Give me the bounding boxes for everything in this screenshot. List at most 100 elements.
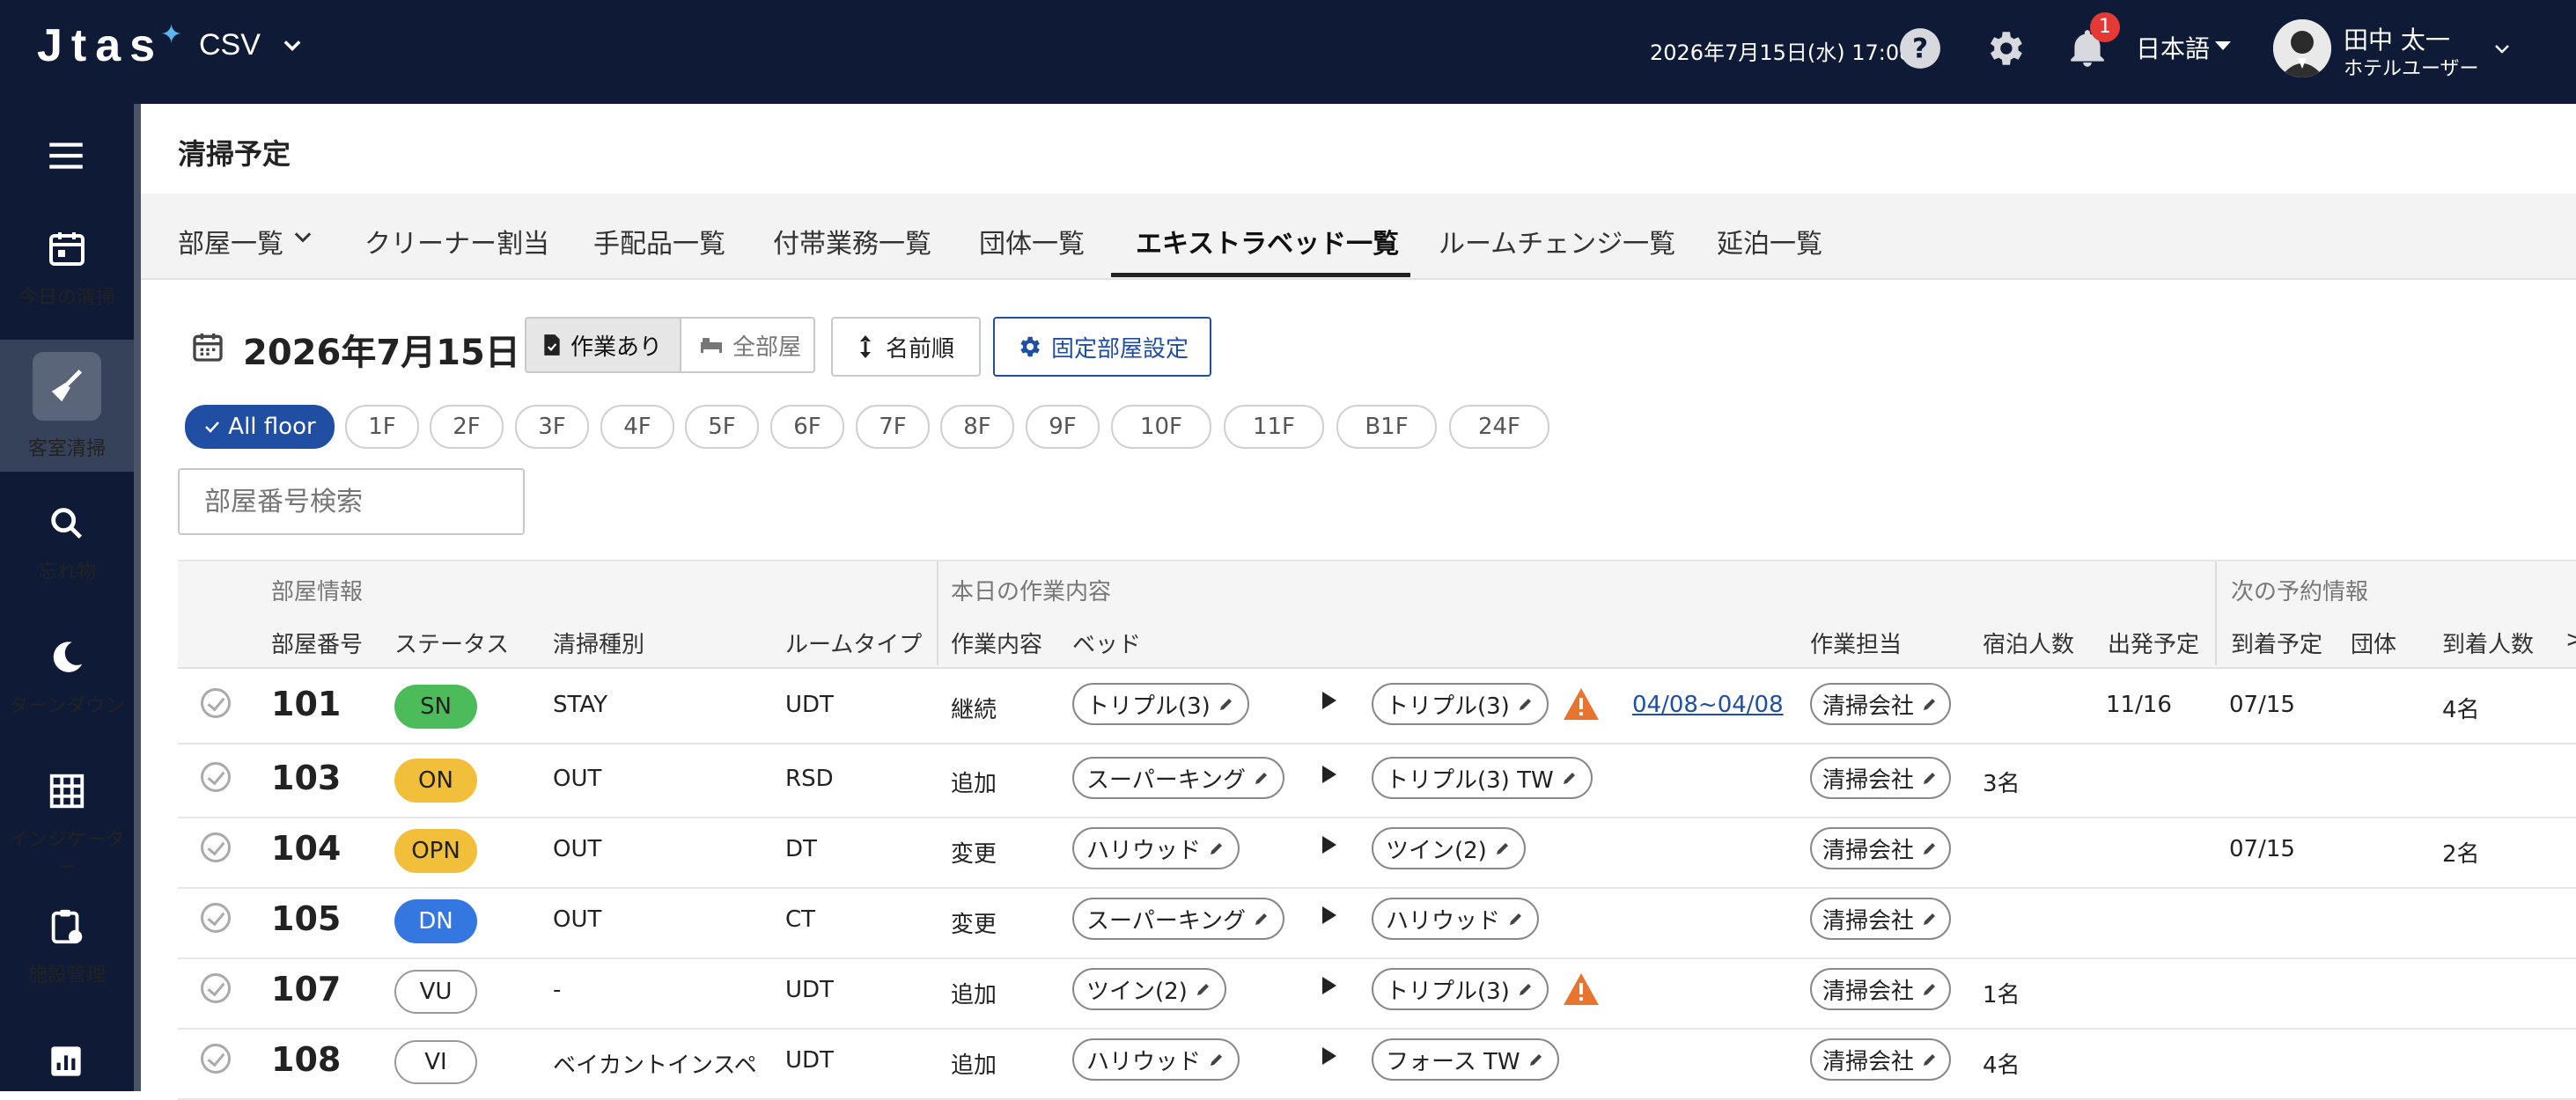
floor-chip[interactable]: 6F	[770, 405, 844, 449]
floor-chip[interactable]: 11F	[1224, 405, 1324, 449]
calendar-icon[interactable]	[190, 327, 225, 366]
bed-from-chip[interactable]: トリプル(3)	[1072, 683, 1249, 725]
user-avatar[interactable]	[2273, 19, 2331, 77]
tab-ancillary-tasks[interactable]: 付帯業務一覧	[773, 222, 931, 260]
filter-with-work-button[interactable]: 作業あり	[525, 317, 681, 373]
floor-chip[interactable]: 9F	[1026, 405, 1100, 449]
row-check-button[interactable]	[201, 762, 231, 792]
assignee-chip[interactable]: 清掃会社	[1810, 827, 1952, 869]
column-header-group[interactable]: 団体	[2351, 627, 2396, 659]
app-mode-label[interactable]: CSV	[199, 28, 261, 62]
assignee-chip[interactable]: 清掃会社	[1810, 757, 1952, 799]
bed-to-chip[interactable]: フォース TW	[1372, 1038, 1559, 1081]
warning-indicator[interactable]	[1562, 972, 1601, 1010]
hamburger-menu-icon[interactable]	[44, 134, 88, 178]
table-row[interactable]: 105 DN OUT CT 変更 スーパーキング ハリウッド 清掃会社	[178, 885, 2576, 956]
floor-chip-all[interactable]: All floor	[185, 405, 335, 449]
warning-indicator[interactable]	[1562, 686, 1601, 725]
floor-chip[interactable]: 4F	[600, 405, 674, 449]
sidebar-item-indicator[interactable]: インジケーター	[0, 771, 134, 879]
selected-date[interactable]: 2026年7月15日	[243, 324, 520, 375]
room-number[interactable]: 104	[271, 829, 341, 868]
floor-chip[interactable]: 10F	[1111, 405, 1211, 449]
row-check-button[interactable]	[201, 973, 231, 1003]
tab-arrangements[interactable]: 手配品一覧	[593, 222, 725, 260]
table-row[interactable]: 104 OPN OUT DT 変更 ハリウッド ツイン(2) 清掃会社 07/15 2名	[178, 815, 2576, 885]
table-row[interactable]: 108 VI ベイカントインスペ UDT 追加 ハリウッド フォース TW 清掃会社 4名	[178, 1026, 2576, 1096]
sidebar-item-today-cleaning[interactable]: 今日の清掃	[0, 225, 134, 336]
chevron-down-icon[interactable]	[291, 225, 315, 250]
bed-to-chip[interactable]: トリプル(3) TW	[1372, 757, 1593, 799]
bed-to-chip[interactable]: ツイン(2)	[1372, 827, 1526, 869]
row-check-button[interactable]	[201, 688, 231, 718]
sidebar-item-room-cleaning[interactable]: 客室清掃	[0, 340, 134, 472]
column-header-arrival[interactable]: 到着予定	[2231, 627, 2322, 659]
help-icon[interactable]: ?	[1898, 26, 1942, 70]
column-header-more[interactable]: >	[2565, 627, 2576, 653]
column-header-assignee[interactable]: 作業担当	[1810, 627, 1902, 659]
room-number-search-input[interactable]	[178, 468, 525, 535]
sidebar-item-facility[interactable]: 施設管理	[0, 905, 134, 1001]
bed-from-chip[interactable]: ツイン(2)	[1072, 968, 1226, 1010]
row-check-button[interactable]	[201, 832, 231, 862]
floor-chip[interactable]: 2F	[430, 405, 504, 449]
column-header-arrival-guests[interactable]: 到着人数	[2442, 627, 2534, 659]
floor-chip[interactable]: 7F	[856, 405, 930, 449]
tab-cleaner-assign[interactable]: クリーナー割当	[364, 222, 549, 260]
column-header-bed[interactable]: ベッド	[1072, 627, 1141, 659]
tab-room-list[interactable]: 部屋一覧	[178, 222, 283, 260]
room-number[interactable]: 107	[271, 970, 341, 1008]
floor-chip[interactable]: 24F	[1449, 405, 1549, 449]
floor-chip[interactable]: 8F	[940, 405, 1014, 449]
bed-from-chip[interactable]: ハリウッド	[1072, 827, 1240, 869]
settings-gear-icon[interactable]	[1983, 26, 2027, 70]
assignee-chip[interactable]: 清掃会社	[1810, 683, 1952, 725]
column-header-work[interactable]: 作業内容	[951, 627, 1042, 659]
assignee-chip[interactable]: 清掃会社	[1810, 898, 1952, 940]
row-check-button[interactable]	[201, 903, 231, 933]
tab-extra-beds[interactable]: エキストラベッド一覧	[1136, 222, 1399, 260]
chevron-down-icon[interactable]	[2491, 39, 2513, 60]
room-number[interactable]: 101	[271, 685, 341, 723]
sidebar-item-turndown[interactable]: ターンダウン	[0, 635, 134, 732]
room-number[interactable]: 103	[271, 759, 341, 797]
room-number[interactable]: 105	[271, 899, 341, 938]
column-header-status[interactable]: ステータス	[394, 627, 509, 659]
table-row[interactable]: 103 ON OUT RSD 追加 スーパーキング トリプル(3) TW 清掃会社 3名	[178, 744, 2576, 815]
tab-extended-stay[interactable]: 延泊一覧	[1717, 222, 1822, 260]
bed-to-chip[interactable]: ハリウッド	[1372, 898, 1540, 940]
bed-to-chip[interactable]: トリプル(3)	[1372, 683, 1549, 725]
assignee-chip[interactable]: 清掃会社	[1810, 968, 1952, 1010]
chevron-down-icon[interactable]	[280, 33, 305, 58]
table-row[interactable]: 101 SN STAY UDT 継続 トリプル(3) トリプル(3) 04/08~04/08 清…	[178, 671, 2576, 741]
floor-chip[interactable]: 1F	[345, 405, 419, 449]
bed-from-chip[interactable]: スーパーキング	[1072, 757, 1284, 799]
language-selector[interactable]: 日本語	[2136, 30, 2210, 65]
column-header-clean-type[interactable]: 清掃種別	[553, 627, 644, 659]
analytics-icon[interactable]	[48, 1044, 85, 1079]
tab-room-change[interactable]: ルームチェンジ一覧	[1439, 222, 1675, 260]
bed-from-chip[interactable]: スーパーキング	[1072, 898, 1284, 940]
column-header-departure[interactable]: 出発予定	[2108, 627, 2199, 659]
sidebar-item-lost-found[interactable]: 忘れ物	[0, 503, 134, 600]
floor-chip[interactable]: 5F	[685, 405, 759, 449]
bed-from-chip[interactable]: ハリウッド	[1072, 1038, 1240, 1081]
filter-all-rooms-button[interactable]: 全部屋	[680, 317, 815, 373]
column-header-guests[interactable]: 宿泊人数	[1983, 627, 2074, 659]
room-number[interactable]: 108	[271, 1040, 341, 1079]
caret-down-icon[interactable]	[2213, 39, 2233, 53]
tab-groups[interactable]: 団体一覧	[979, 222, 1085, 260]
floor-chip[interactable]: B1F	[1336, 405, 1437, 449]
row-check-button[interactable]	[201, 1044, 231, 1074]
app-logo[interactable]: Jtas	[37, 19, 164, 72]
user-name[interactable]: 田中 太一	[2344, 21, 2450, 56]
bed-to-chip[interactable]: トリプル(3)	[1372, 968, 1549, 1010]
floor-chip[interactable]: 3F	[515, 405, 589, 449]
assignee-chip[interactable]: 清掃会社	[1810, 1038, 1952, 1081]
table-row[interactable]: 107 VU - UDT 追加 ツイン(2) トリプル(3) 清掃会社 1名	[178, 956, 2576, 1026]
column-header-room-no[interactable]: 部屋番号	[271, 627, 363, 659]
column-header-room-type[interactable]: ルームタイプ	[785, 627, 922, 659]
sort-button[interactable]: 名前順	[831, 317, 981, 377]
period-link[interactable]: 04/08~04/08	[1632, 692, 1784, 718]
fixed-rooms-settings-button[interactable]: 固定部屋設定	[993, 317, 1211, 377]
